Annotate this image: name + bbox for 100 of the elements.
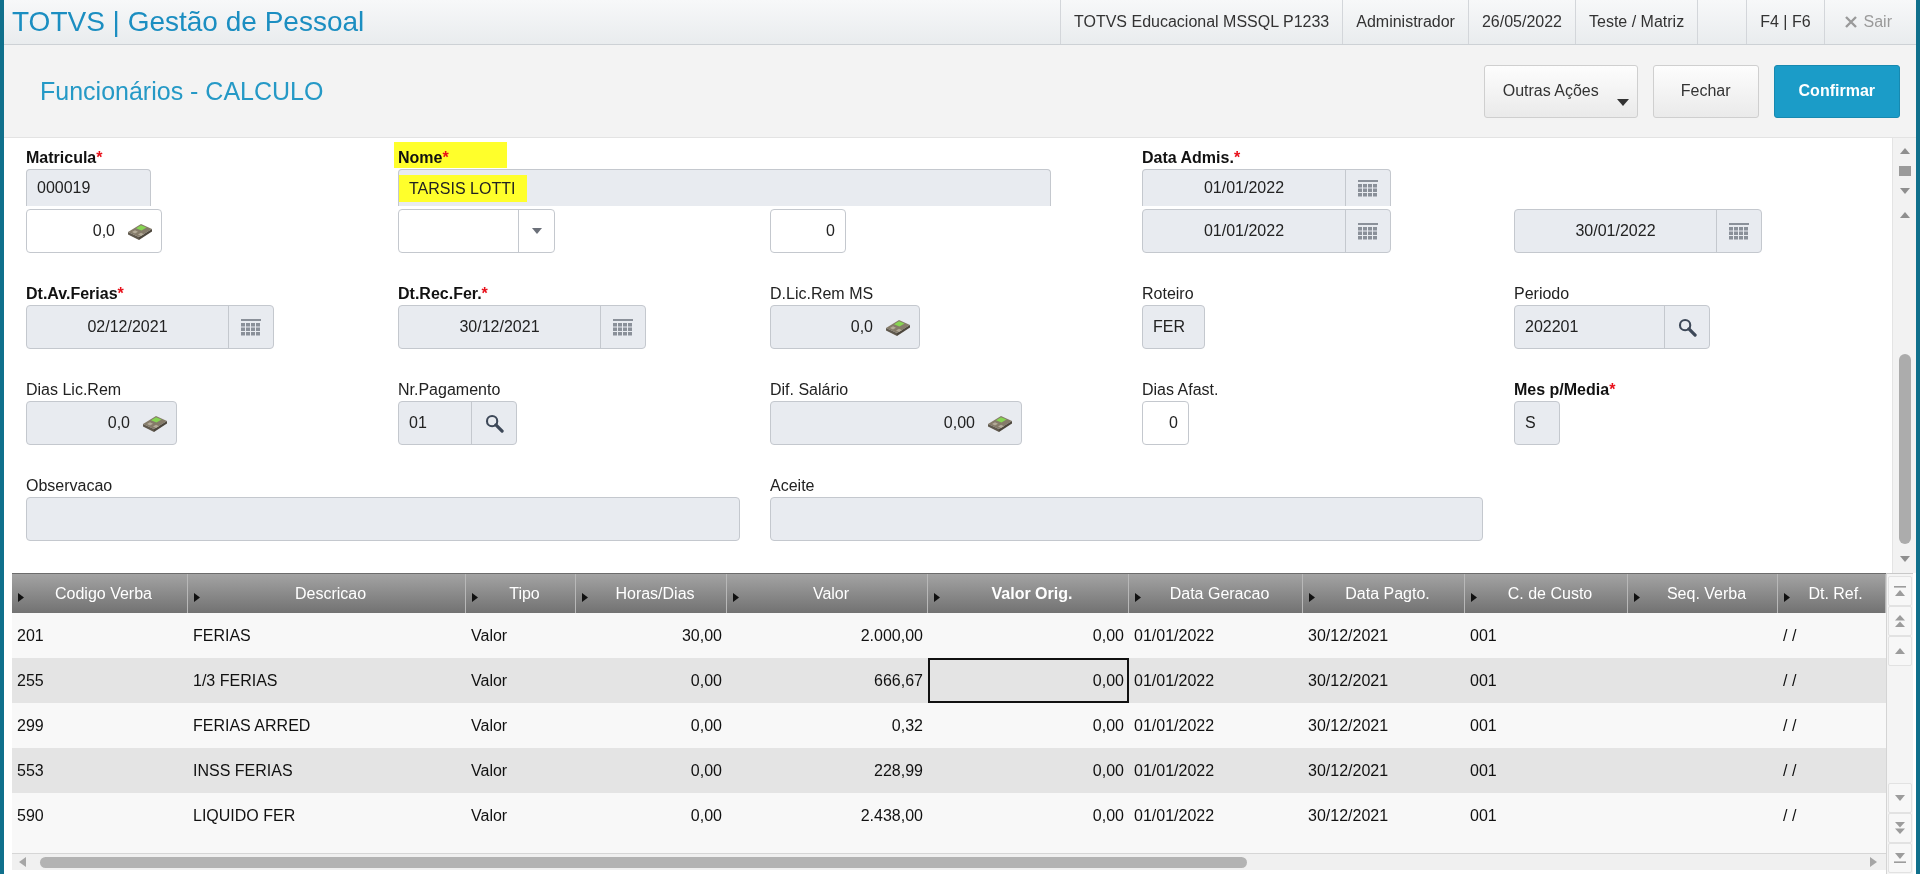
table-row[interactable]: 553 INSS FERIAS Valor 0,00 228,99 0,00 01/01/2022 30/12/2021 001 / / bbox=[12, 748, 1886, 793]
table-cell-text: 666,67 bbox=[873, 670, 924, 691]
scroll-button[interactable] bbox=[1888, 813, 1912, 843]
system-date: 26/05/2022 bbox=[1467, 0, 1575, 44]
table-cell-text: / / bbox=[1782, 805, 1798, 826]
field-label: Nome* bbox=[394, 142, 507, 168]
field-label: Matricula* bbox=[26, 148, 103, 168]
double-up-arrow-icon bbox=[1894, 615, 1906, 627]
lookup-field[interactable]: 202201 bbox=[1514, 305, 1710, 349]
table-cell-text: 01/01/2022 bbox=[1133, 805, 1216, 826]
date-field[interactable]: 30/12/2021 bbox=[398, 305, 646, 349]
number-field[interactable]: 0 bbox=[1142, 401, 1189, 445]
amount-field[interactable]: 0,00 bbox=[770, 401, 1022, 445]
field-label: D.Lic.Rem MS bbox=[770, 284, 874, 304]
lookup-field[interactable]: 01 bbox=[398, 401, 517, 445]
table-cell-text: 001 bbox=[1469, 715, 1498, 736]
table-cell-text: INSS FERIAS bbox=[192, 760, 294, 781]
vertical-scrollbar[interactable] bbox=[1892, 138, 1916, 573]
date-field[interactable]: 02/12/2021 bbox=[26, 305, 274, 349]
table-cell-text: 0,00 bbox=[1091, 805, 1125, 826]
down-arrow-icon bbox=[1894, 795, 1906, 801]
horizontal-scrollbar[interactable] bbox=[12, 853, 1886, 870]
scroll-button[interactable] bbox=[1888, 636, 1912, 666]
field-label: Data Admis.* bbox=[1142, 148, 1241, 168]
square-icon[interactable] bbox=[1898, 166, 1911, 176]
triangle-icon bbox=[934, 593, 940, 602]
calculator-icon[interactable] bbox=[987, 414, 1013, 432]
date-field[interactable]: 01/01/2022 bbox=[1142, 169, 1391, 206]
table-cell-text: 2.438,00 bbox=[859, 805, 924, 826]
text-field[interactable] bbox=[26, 497, 740, 541]
scroll-button[interactable] bbox=[1888, 843, 1912, 873]
calendar-icon[interactable] bbox=[1358, 222, 1378, 240]
text-field[interactable] bbox=[770, 497, 1483, 541]
table-cell-text: 30/12/2021 bbox=[1307, 760, 1390, 781]
table-row[interactable]: 255 1/3 FERIAS Valor 0,00 666,67 0,00 01/01/2022 30/12/2021 001 / / bbox=[12, 658, 1886, 703]
table-cell-text: 001 bbox=[1469, 805, 1498, 826]
more-actions-button[interactable]: Outras Ações bbox=[1483, 64, 1638, 118]
table-cell-text: 553 bbox=[16, 760, 45, 781]
up-arrow-icon[interactable] bbox=[1899, 148, 1910, 154]
vertical-scrollbar[interactable] bbox=[1886, 573, 1913, 874]
table-cell-text: 01/01/2022 bbox=[1133, 760, 1216, 781]
bottom-arrow-icon bbox=[1894, 853, 1906, 863]
scrollbar-thumb[interactable] bbox=[1898, 354, 1911, 544]
date-field[interactable]: 30/01/2022 bbox=[1514, 209, 1762, 253]
table-cell-text: 0,00 bbox=[1091, 760, 1125, 781]
left-arrow-icon[interactable] bbox=[19, 857, 26, 867]
amount-field[interactable]: 0,0 bbox=[26, 209, 162, 253]
dropdown-field[interactable] bbox=[398, 209, 555, 253]
scroll-button[interactable] bbox=[1888, 576, 1912, 606]
table-cell-text: 0,00 bbox=[1091, 715, 1125, 736]
text-field[interactable]: 000019 bbox=[26, 169, 151, 206]
date-field[interactable]: 01/01/2022 bbox=[1142, 209, 1391, 253]
triangle-icon bbox=[1309, 593, 1315, 602]
search-icon[interactable] bbox=[484, 413, 504, 433]
triangle-icon bbox=[194, 593, 200, 602]
field-label: Aceite bbox=[770, 476, 815, 496]
scroll-button[interactable] bbox=[1888, 606, 1912, 636]
table-cell-text: FERIAS ARRED bbox=[192, 715, 312, 736]
text-field[interactable]: S bbox=[1514, 401, 1560, 445]
triangle-icon bbox=[472, 593, 478, 602]
table-cell: 0,00 bbox=[928, 658, 1129, 703]
calendar-icon[interactable] bbox=[613, 318, 633, 336]
down-arrow-icon[interactable] bbox=[1899, 188, 1910, 194]
calculator-icon[interactable] bbox=[127, 222, 153, 240]
down-arrow-icon[interactable] bbox=[1899, 556, 1910, 562]
text-field[interactable]: TARSIS LOTTI bbox=[398, 169, 1051, 206]
caret-down-icon[interactable] bbox=[531, 228, 542, 234]
calculator-icon[interactable] bbox=[885, 318, 911, 336]
table-cell-text: 201 bbox=[16, 625, 45, 646]
calculator-icon[interactable] bbox=[142, 414, 168, 432]
calendar-icon[interactable] bbox=[1729, 222, 1749, 240]
page-title: Funcionários - CALCULO bbox=[40, 76, 324, 106]
table-cell-text: LIQUIDO FER bbox=[192, 805, 297, 826]
scroll-button[interactable] bbox=[1888, 783, 1912, 813]
amount-field[interactable]: 0,0 bbox=[26, 401, 177, 445]
field-label: Dt.Rec.Fer.* bbox=[398, 284, 488, 304]
table-cell-text: 30/12/2021 bbox=[1307, 805, 1390, 826]
table-cell-text: / / bbox=[1782, 715, 1798, 736]
triangle-icon bbox=[1471, 593, 1477, 602]
amount-field[interactable]: 0,0 bbox=[770, 305, 920, 349]
caret-down-icon bbox=[1616, 98, 1629, 106]
table-cell-text: 30/12/2021 bbox=[1307, 625, 1390, 646]
search-icon[interactable] bbox=[1677, 317, 1697, 337]
table-cell-text: 0,00 bbox=[689, 805, 723, 826]
right-arrow-icon[interactable] bbox=[1870, 857, 1877, 867]
table-cell-text: Valor bbox=[470, 715, 509, 736]
up-arrow-icon[interactable] bbox=[1899, 212, 1910, 218]
calendar-icon[interactable] bbox=[241, 318, 261, 336]
branch-label: Teste / Matriz bbox=[1575, 0, 1698, 44]
table-cell-text: 590 bbox=[16, 805, 45, 826]
text-field[interactable]: FER bbox=[1142, 305, 1205, 349]
triangle-icon bbox=[1634, 593, 1640, 602]
table-cell-text: 0,00 bbox=[689, 715, 723, 736]
number-field[interactable]: 0 bbox=[770, 209, 846, 253]
close-button[interactable]: Fechar bbox=[1652, 64, 1759, 118]
calendar-icon[interactable] bbox=[1358, 179, 1378, 197]
scrollbar-thumb[interactable] bbox=[40, 856, 1247, 868]
double-down-arrow-icon bbox=[1894, 822, 1906, 834]
table-cell-text: Valor bbox=[470, 760, 509, 781]
field-label: Mes p/Media* bbox=[1514, 380, 1616, 400]
